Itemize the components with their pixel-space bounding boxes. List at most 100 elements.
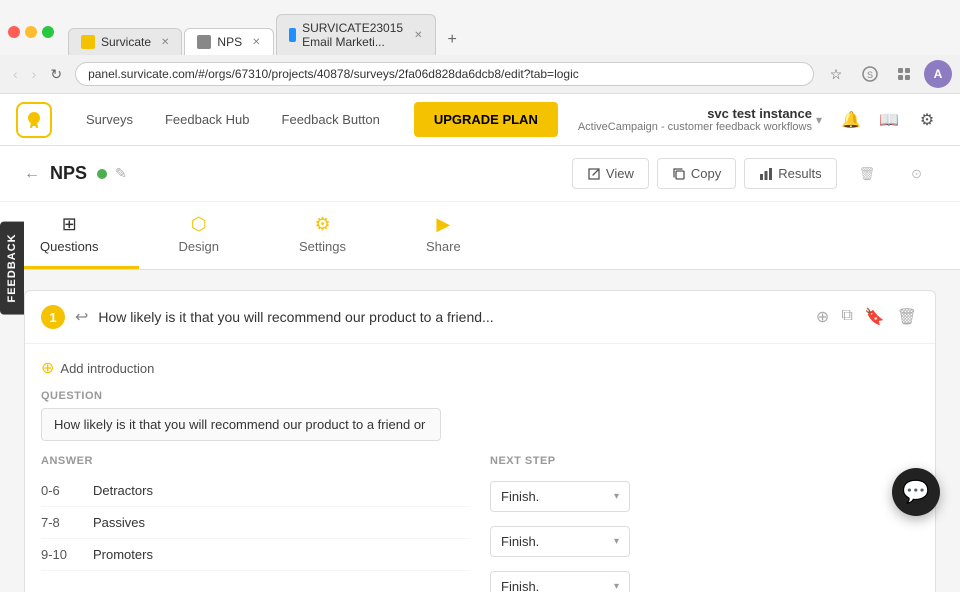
survey-header: ← NPS ✎ View Copy Results 🗑 ⊙ xyxy=(0,146,960,202)
bookmark-question-icon[interactable]: 🔖 xyxy=(863,305,887,329)
browser-window-controls[interactable] xyxy=(8,26,54,38)
next-step-select-0[interactable]: Finish. ▾ xyxy=(490,481,630,512)
next-step-value-0: Finish. xyxy=(501,489,539,504)
nav-surveys[interactable]: Surveys xyxy=(72,104,147,135)
gear-circle-icon: ⊙ xyxy=(911,166,922,182)
extension-icon-1[interactable]: S xyxy=(856,60,884,88)
settings-tab-icon: ⚙ xyxy=(314,214,330,235)
tab-close-ac[interactable]: ✕ xyxy=(414,30,422,41)
next-step-col-label: NEXT STEP xyxy=(490,455,919,467)
copy-button[interactable]: Copy xyxy=(657,158,736,189)
browser-tab-nps[interactable]: NPS ✕ xyxy=(184,28,273,55)
tab-settings[interactable]: ⚙ Settings xyxy=(259,202,386,269)
main-content: 1 ↩ How likely is it that you will recom… xyxy=(0,270,960,592)
question-card: 1 ↩ How likely is it that you will recom… xyxy=(24,290,936,592)
browser-tabs: Survicate ✕ NPS ✕ SURVICATE23015 Email M… xyxy=(60,14,475,55)
move-icon[interactable]: ⊕ xyxy=(814,305,831,329)
external-link-icon xyxy=(587,167,601,181)
feedback-tab[interactable]: FEEDBACK xyxy=(0,221,24,314)
instance-selector[interactable]: svc test instance ActiveCampaign - custo… xyxy=(578,106,822,133)
chat-button[interactable]: 💬 xyxy=(892,468,940,516)
main-nav: Surveys Feedback Hub Feedback Button xyxy=(72,104,394,135)
next-step-select-2[interactable]: Finish. ▾ xyxy=(490,571,630,592)
tab-design[interactable]: ⬡ Design xyxy=(139,202,259,269)
question-field-label: QUESTION xyxy=(41,390,919,402)
question-number: 1 xyxy=(41,305,65,329)
view-button[interactable]: View xyxy=(572,158,649,189)
url-input[interactable]: panel.survicate.com/#/orgs/67310/project… xyxy=(75,62,814,86)
more-options-button[interactable]: ⊙ xyxy=(897,158,936,189)
share-tab-label: Share xyxy=(426,239,461,254)
profile-avatar[interactable]: A xyxy=(924,60,952,88)
results-label: Results xyxy=(778,166,821,181)
forward-nav-button[interactable]: › xyxy=(27,64,42,85)
instance-name: svc test instance xyxy=(578,106,812,121)
question-body: ⊕ Add introduction QUESTION ANSWER 0-6 D… xyxy=(25,344,935,592)
next-step-select-1[interactable]: Finish. ▾ xyxy=(490,526,630,557)
nps-icon: ↩ xyxy=(75,307,88,327)
book-icon[interactable]: 📖 xyxy=(872,103,906,137)
share-tab-icon: ▶ xyxy=(436,214,450,235)
header-icons: 🔔 📖 ⚙ xyxy=(834,103,944,137)
survey-title: NPS xyxy=(50,163,87,184)
design-tab-icon: ⬡ xyxy=(191,214,207,235)
back-nav-button[interactable]: ‹ xyxy=(8,64,23,85)
logo[interactable] xyxy=(16,102,52,138)
copy-icon xyxy=(672,167,686,181)
add-introduction-button[interactable]: ⊕ Add introduction xyxy=(41,358,919,378)
maximize-button[interactable] xyxy=(42,26,54,38)
browser-chrome: Survicate ✕ NPS ✕ SURVICATE23015 Email M… xyxy=(0,0,960,94)
minimize-button[interactable] xyxy=(25,26,37,38)
settings-icon[interactable]: ⚙ xyxy=(910,103,944,137)
design-tab-label: Design xyxy=(179,239,219,254)
nav-feedback-button[interactable]: Feedback Button xyxy=(268,104,394,135)
answer-range-1: 7-8 xyxy=(41,515,81,530)
answer-column: ANSWER 0-6 Detractors 7-8 Passives 9-10 xyxy=(41,455,470,592)
back-button[interactable]: ← xyxy=(24,165,40,183)
bell-icon[interactable]: 🔔 xyxy=(834,103,868,137)
questions-tab-icon: ⊞ xyxy=(62,214,77,235)
extension-icon-2[interactable] xyxy=(890,60,918,88)
nav-feedback-hub[interactable]: Feedback Hub xyxy=(151,104,264,135)
next-step-rows: Finish. ▾ Finish. ▾ Fini xyxy=(490,475,919,592)
browser-toolbar: ☆ S A xyxy=(822,60,952,88)
tab-close-nps[interactable]: ✕ xyxy=(252,37,260,48)
next-step-row-2: Finish. ▾ xyxy=(490,565,919,592)
delete-button[interactable]: 🗑 xyxy=(845,158,890,189)
chevron-down-2: ▾ xyxy=(614,581,619,592)
next-step-value-2: Finish. xyxy=(501,579,539,592)
delete-question-icon[interactable]: 🗑 xyxy=(895,305,919,329)
add-intro-label: Add introduction xyxy=(60,361,154,376)
trash-icon: 🗑 xyxy=(859,166,876,182)
question-input[interactable] xyxy=(41,408,441,441)
tab-survicate-label: Survicate xyxy=(101,35,151,49)
bookmark-icon[interactable]: ☆ xyxy=(822,60,850,88)
browser-tab-survicate[interactable]: Survicate ✕ xyxy=(68,28,182,55)
answer-row-passives: 7-8 Passives xyxy=(41,507,470,539)
bar-chart-icon xyxy=(759,167,773,181)
upgrade-plan-button[interactable]: UPGRADE PLAN xyxy=(414,102,558,137)
results-button[interactable]: Results xyxy=(744,158,836,189)
answer-type-1: Passives xyxy=(93,515,470,530)
question-preview: How likely is it that you will recommend… xyxy=(98,309,804,325)
answer-rows: 0-6 Detractors 7-8 Passives 9-10 Promote… xyxy=(41,475,470,571)
survey-tabs: ⊞ Questions ⬡ Design ⚙ Settings ▶ Share xyxy=(0,202,960,270)
tab-share[interactable]: ▶ Share xyxy=(386,202,501,269)
tab-close-survicate[interactable]: ✕ xyxy=(161,37,169,48)
survicate-favicon xyxy=(81,35,95,49)
next-step-value-1: Finish. xyxy=(501,534,539,549)
duplicate-icon[interactable]: ⧉ xyxy=(839,305,854,329)
close-button[interactable] xyxy=(8,26,20,38)
edit-icon[interactable]: ✎ xyxy=(115,165,127,182)
new-tab-button[interactable]: + xyxy=(438,25,467,55)
chevron-down-icon: ▾ xyxy=(816,113,822,127)
status-dot xyxy=(97,169,107,179)
reload-button[interactable]: ↻ xyxy=(45,64,67,85)
copy-label: Copy xyxy=(691,166,721,181)
chevron-down-1: ▾ xyxy=(614,536,619,547)
browser-tab-activecampaign[interactable]: SURVICATE23015 Email Marketi... ✕ xyxy=(276,14,436,55)
answer-row-detractors: 0-6 Detractors xyxy=(41,475,470,507)
answer-range-0: 0-6 xyxy=(41,483,81,498)
svg-text:S: S xyxy=(867,70,873,80)
header-right: svc test instance ActiveCampaign - custo… xyxy=(578,103,944,137)
